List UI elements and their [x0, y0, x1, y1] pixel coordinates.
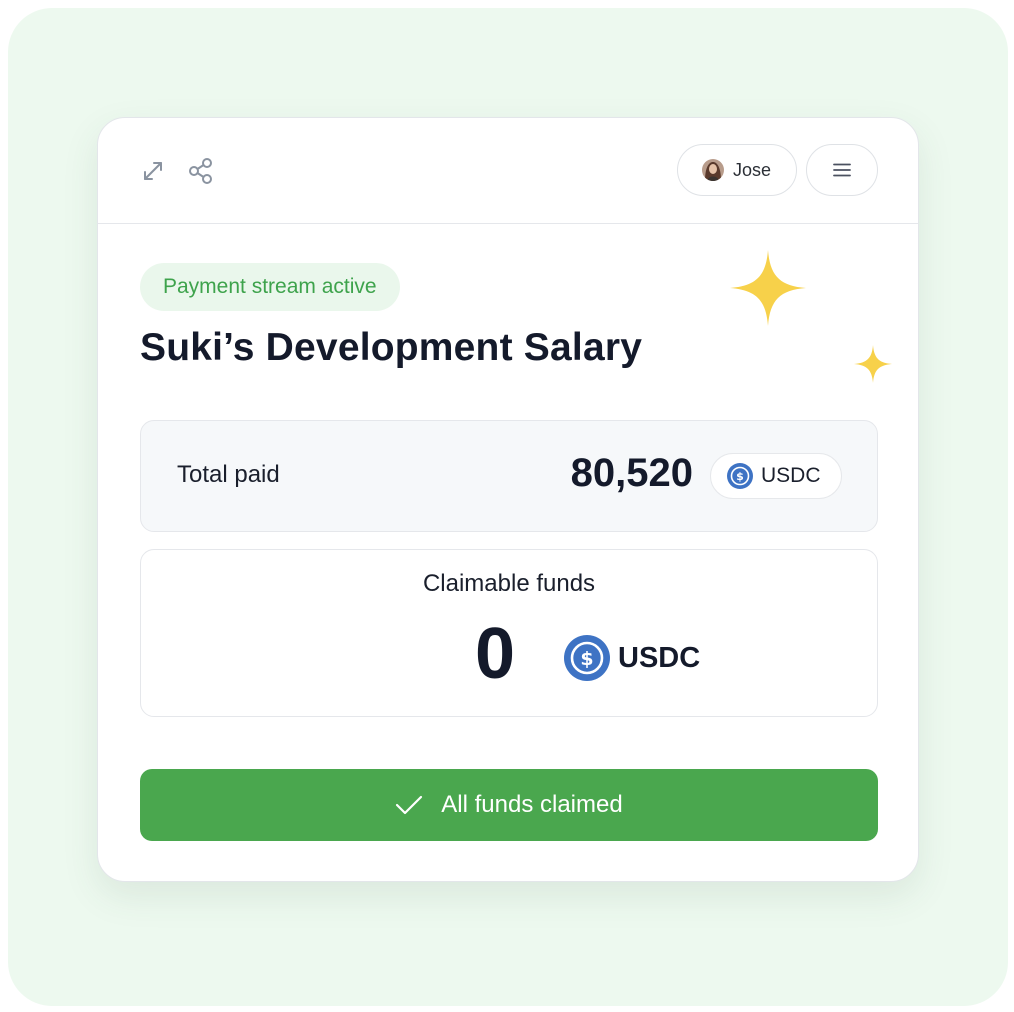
claimable-token-label: USDC — [618, 641, 701, 674]
page-title: Suki’s Development Salary — [140, 326, 643, 369]
claimable-funds-value: 0 — [475, 614, 516, 694]
total-paid-label: Total paid — [177, 461, 280, 488]
user-menu-button[interactable]: Jose — [677, 144, 797, 196]
share-icon[interactable] — [184, 154, 218, 188]
token-badge: $ USDC — [710, 453, 842, 499]
action-button-label: All funds claimed — [441, 791, 623, 818]
svg-text:$: $ — [736, 470, 744, 483]
claimable-funds-label: Claimable funds — [422, 570, 596, 597]
user-name: Jose — [733, 159, 772, 180]
sparkle-small-icon — [854, 345, 892, 383]
claimable-token: $ USDC — [564, 635, 700, 681]
sparkle-large-icon — [730, 250, 806, 326]
menu-button[interactable] — [806, 144, 878, 196]
status-badge: Payment stream active — [140, 263, 400, 311]
check-icon — [395, 794, 423, 816]
usdc-icon: $ — [564, 635, 610, 681]
svg-text:$: $ — [580, 648, 593, 670]
menu-icon — [833, 163, 851, 177]
usdc-icon: $ — [727, 463, 753, 489]
total-paid-value: 80,520 — [570, 451, 693, 495]
total-paid-panel: Total paid 80,520 $ USDC — [140, 420, 878, 532]
card-toolbar: Jose — [98, 118, 918, 224]
all-funds-claimed-button[interactable]: All funds claimed — [140, 769, 878, 841]
expand-icon[interactable] — [136, 154, 170, 188]
token-label: USDC — [761, 464, 821, 487]
claimable-funds-panel: Claimable funds 0 $ USDC — [140, 549, 878, 717]
payment-stream-card: Jose Payment stream active Suki’s Develo… — [97, 117, 919, 882]
avatar — [702, 159, 724, 181]
